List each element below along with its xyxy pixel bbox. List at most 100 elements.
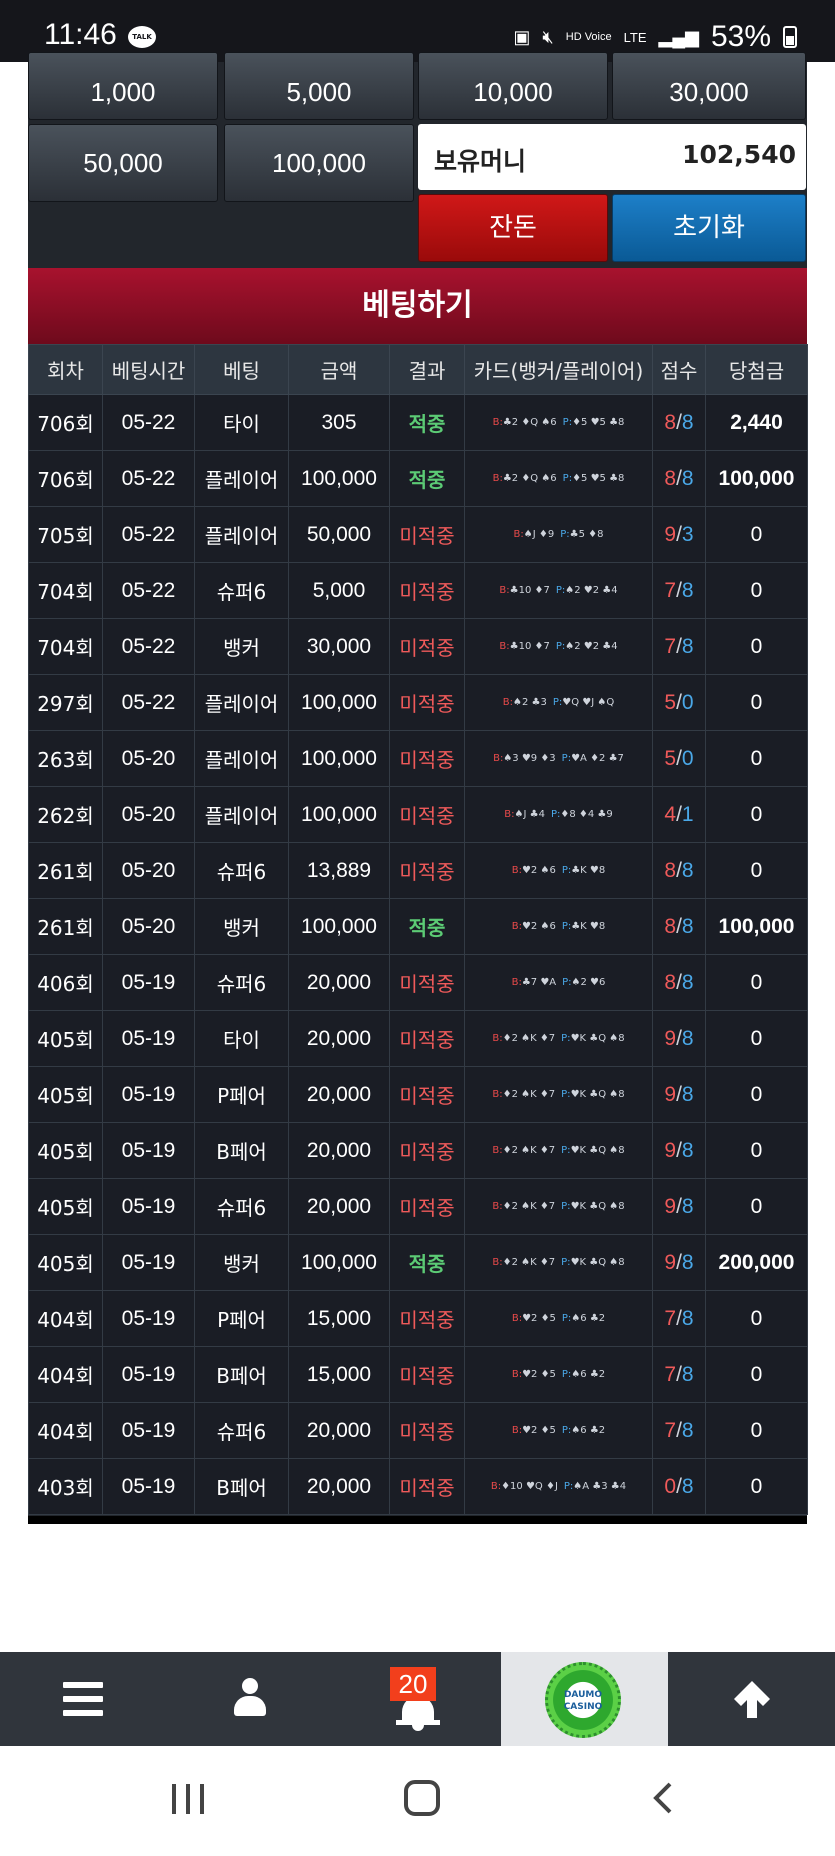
cell-round: 297회: [28, 674, 103, 731]
amount-button-50000[interactable]: 50,000: [28, 124, 218, 202]
notification-badge: 20: [390, 1667, 436, 1701]
player-cards: ♥K ♣Q ♠8: [570, 1033, 625, 1044]
recent-apps-icon[interactable]: [172, 1784, 206, 1814]
battery-percent: 53%: [710, 20, 771, 53]
cell-time: 05-19: [102, 954, 195, 1011]
cell-score: 9/8: [652, 1066, 706, 1123]
banker-score: 9: [664, 1138, 677, 1162]
banker-score: 8: [664, 970, 677, 994]
cell-round: 404회: [28, 1346, 103, 1403]
cell-result: 미적중: [389, 1290, 465, 1347]
player-cards: ♠6 ♣2: [571, 1369, 606, 1380]
banker-label: B:: [511, 865, 522, 876]
player-label: P:: [550, 809, 561, 820]
cell-amount: 305: [288, 394, 390, 451]
banker-label: B:: [511, 1313, 523, 1324]
cell-cards: B:♥2 ♦5 P:♠6 ♣2: [464, 1346, 653, 1403]
cell-time: 05-22: [102, 562, 195, 619]
nav-logo-button[interactable]: DAUMO CASINO: [501, 1652, 668, 1746]
banker-score: 9: [664, 522, 677, 546]
player-score: 8: [681, 1082, 694, 1106]
header-amount: 금액: [288, 344, 390, 395]
banker-label: B:: [493, 753, 504, 764]
player-cards: ♥K ♣Q ♠8: [570, 1257, 625, 1268]
table-row: 406회 05-19 슈퍼6 20,000 미적중 B:♣7 ♥A P:♠2 ♥6 8/8 0: [28, 954, 808, 1011]
table-row: 704회 05-22 슈퍼6 5,000 미적중 B:♣10 ♦7 P:♠2 ♥2 ♣4 7/…: [28, 562, 808, 619]
banker-score: 7: [664, 1362, 677, 1386]
player-label: P:: [561, 1089, 571, 1100]
cell-bet-type: B페어: [194, 1122, 289, 1179]
banker-score: 9: [664, 1082, 677, 1106]
cell-cards: B:♦2 ♠K ♦7 P:♥K ♣Q ♠8: [464, 1066, 653, 1123]
cell-bet-type: 플레이어: [194, 450, 289, 507]
cell-time: 05-19: [102, 1346, 195, 1403]
player-score: 0: [681, 690, 694, 714]
cell-time: 05-22: [102, 506, 195, 563]
cell-time: 05-19: [102, 1010, 195, 1067]
player-label: P:: [562, 977, 572, 988]
table-row: 704회 05-22 뱅커 30,000 미적중 B:♣10 ♦7 P:♠2 ♥2 ♣4 7/…: [28, 618, 808, 675]
change-button[interactable]: 잔돈: [418, 194, 608, 262]
banker-score: 9: [664, 1194, 677, 1218]
cell-result: 적중: [389, 898, 465, 955]
nav-user-button[interactable]: [167, 1652, 334, 1746]
cell-score: 9/8: [652, 1234, 706, 1291]
banker-cards: ♥2 ♠6: [521, 921, 556, 932]
cell-time: 05-19: [102, 1290, 195, 1347]
amount-button-5000[interactable]: 5,000: [224, 52, 414, 120]
player-label: P:: [562, 417, 573, 428]
cell-bet-type: 슈퍼6: [194, 1178, 289, 1235]
cell-round: 404회: [28, 1290, 103, 1347]
cell-amount: 50,000: [288, 506, 390, 563]
table-row: 404회 05-19 슈퍼6 20,000 미적중 B:♥2 ♦5 P:♠6 ♣2 7/8 0: [28, 1402, 808, 1459]
player-label: P:: [552, 697, 563, 708]
banker-score: 7: [664, 634, 677, 658]
cell-winnings: 100,000: [705, 898, 808, 955]
banker-cards: ♦2 ♠K ♦7: [502, 1257, 556, 1268]
player-cards: ♥A ♦2 ♣7: [571, 753, 624, 764]
cell-amount: 30,000: [288, 618, 390, 675]
cell-winnings: 0: [705, 1402, 808, 1459]
table-row: 297회 05-22 플레이어 100,000 미적중 B:♠2 ♣3 P:♥Q ♥J ♠Q…: [28, 674, 808, 731]
header-winnings: 당첨금: [705, 344, 808, 395]
player-cards: ♠2 ♥6: [571, 977, 606, 988]
cell-round: 704회: [28, 618, 103, 675]
cell-round: 706회: [28, 450, 103, 507]
amount-button-30000[interactable]: 30,000: [612, 52, 806, 120]
cell-round: 404회: [28, 1402, 103, 1459]
player-label: P:: [561, 1257, 571, 1268]
cell-time: 05-19: [102, 1066, 195, 1123]
cell-amount: 100,000: [288, 730, 390, 787]
cell-amount: 20,000: [288, 1122, 390, 1179]
cell-winnings: 0: [705, 842, 808, 899]
reset-button[interactable]: 초기화: [612, 194, 806, 262]
cell-result: 미적중: [389, 1066, 465, 1123]
cell-amount: 20,000: [288, 1010, 390, 1067]
player-label: P:: [561, 921, 572, 932]
home-icon[interactable]: [404, 1780, 440, 1816]
amount-button-100000[interactable]: 100,000: [224, 124, 414, 202]
amount-button-10000[interactable]: 10,000: [418, 52, 608, 120]
cell-cards: B:♥2 ♦5 P:♠6 ♣2: [464, 1402, 653, 1459]
back-icon[interactable]: [648, 1782, 680, 1814]
cell-amount: 5,000: [288, 562, 390, 619]
player-cards: ♣K ♥8: [571, 865, 606, 876]
banker-score: 7: [664, 1306, 677, 1330]
banker-score: 7: [664, 1418, 677, 1442]
signal-icon: ▂▄▆: [658, 26, 699, 47]
cell-round: 261회: [28, 898, 103, 955]
table-row: 261회 05-20 뱅커 100,000 적중 B:♥2 ♠6 P:♣K ♥8 8/8 100…: [28, 898, 808, 955]
cell-score: 7/8: [652, 618, 706, 675]
player-cards: ♣5 ♦8: [569, 529, 604, 540]
table-row: 706회 05-22 타이 305 적중 B:♣2 ♦Q ♠6 P:♦5 ♥5 ♣8 8/8 2…: [28, 394, 808, 451]
cell-score: 8/8: [652, 898, 706, 955]
amount-button-1000[interactable]: 1,000: [28, 52, 218, 120]
banker-score: 5: [664, 690, 677, 714]
nav-scroll-top-button[interactable]: [668, 1652, 835, 1746]
holding-money-value: 102,540: [682, 140, 796, 169]
player-cards: ♦5 ♥5 ♣8: [572, 473, 625, 484]
cell-cards: B:♦2 ♠K ♦7 P:♥K ♣Q ♠8: [464, 1010, 653, 1067]
nav-menu-button[interactable]: [0, 1652, 167, 1746]
cell-score: 7/8: [652, 1402, 706, 1459]
cell-score: 0/8: [652, 1458, 706, 1515]
